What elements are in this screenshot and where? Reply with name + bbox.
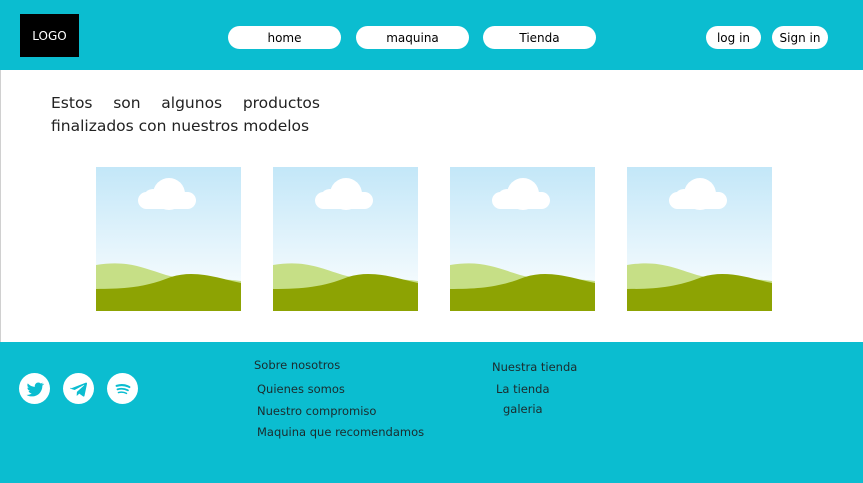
telegram-icon[interactable]: [63, 373, 94, 404]
footer-heading-tienda: Nuestra tienda: [492, 360, 578, 374]
nav-tienda-button[interactable]: Tienda: [483, 26, 596, 49]
landscape-image-icon: [627, 167, 772, 311]
twitter-icon[interactable]: [19, 373, 50, 404]
gallery-image-1[interactable]: [96, 167, 241, 311]
footer-link-compromiso[interactable]: Nuestro compromiso: [257, 404, 376, 418]
gallery-image-2[interactable]: [273, 167, 418, 311]
footer-heading-sobre: Sobre nosotros: [254, 358, 341, 372]
spotify-icon[interactable]: [107, 373, 138, 404]
gallery-image-3[interactable]: [450, 167, 595, 311]
footer-link-la-tienda[interactable]: La tienda: [496, 382, 550, 396]
site-footer: Sobre nosotros Quienes somos Nuestro com…: [0, 342, 863, 483]
landscape-image-icon: [273, 167, 418, 311]
login-button[interactable]: log in: [706, 26, 761, 49]
footer-link-quienes[interactable]: Quienes somos: [257, 382, 345, 396]
landscape-image-icon: [96, 167, 241, 311]
nav-home-button[interactable]: home: [228, 26, 341, 49]
site-header: LOGO home maquina Tienda log in Sign in: [0, 0, 863, 70]
footer-link-maquina[interactable]: Maquina que recomendamos: [257, 425, 424, 439]
intro-text: Estos son algunos productos finalizados …: [51, 94, 320, 135]
logo[interactable]: LOGO: [20, 14, 79, 57]
signin-button[interactable]: Sign in: [772, 26, 828, 49]
gallery-image-4[interactable]: [627, 167, 772, 311]
landscape-image-icon: [450, 167, 595, 311]
main-content: Estos son algunos productos finalizados …: [0, 70, 863, 342]
nav-maquina-button[interactable]: maquina: [356, 26, 469, 49]
footer-link-galeria[interactable]: galeria: [503, 402, 543, 416]
